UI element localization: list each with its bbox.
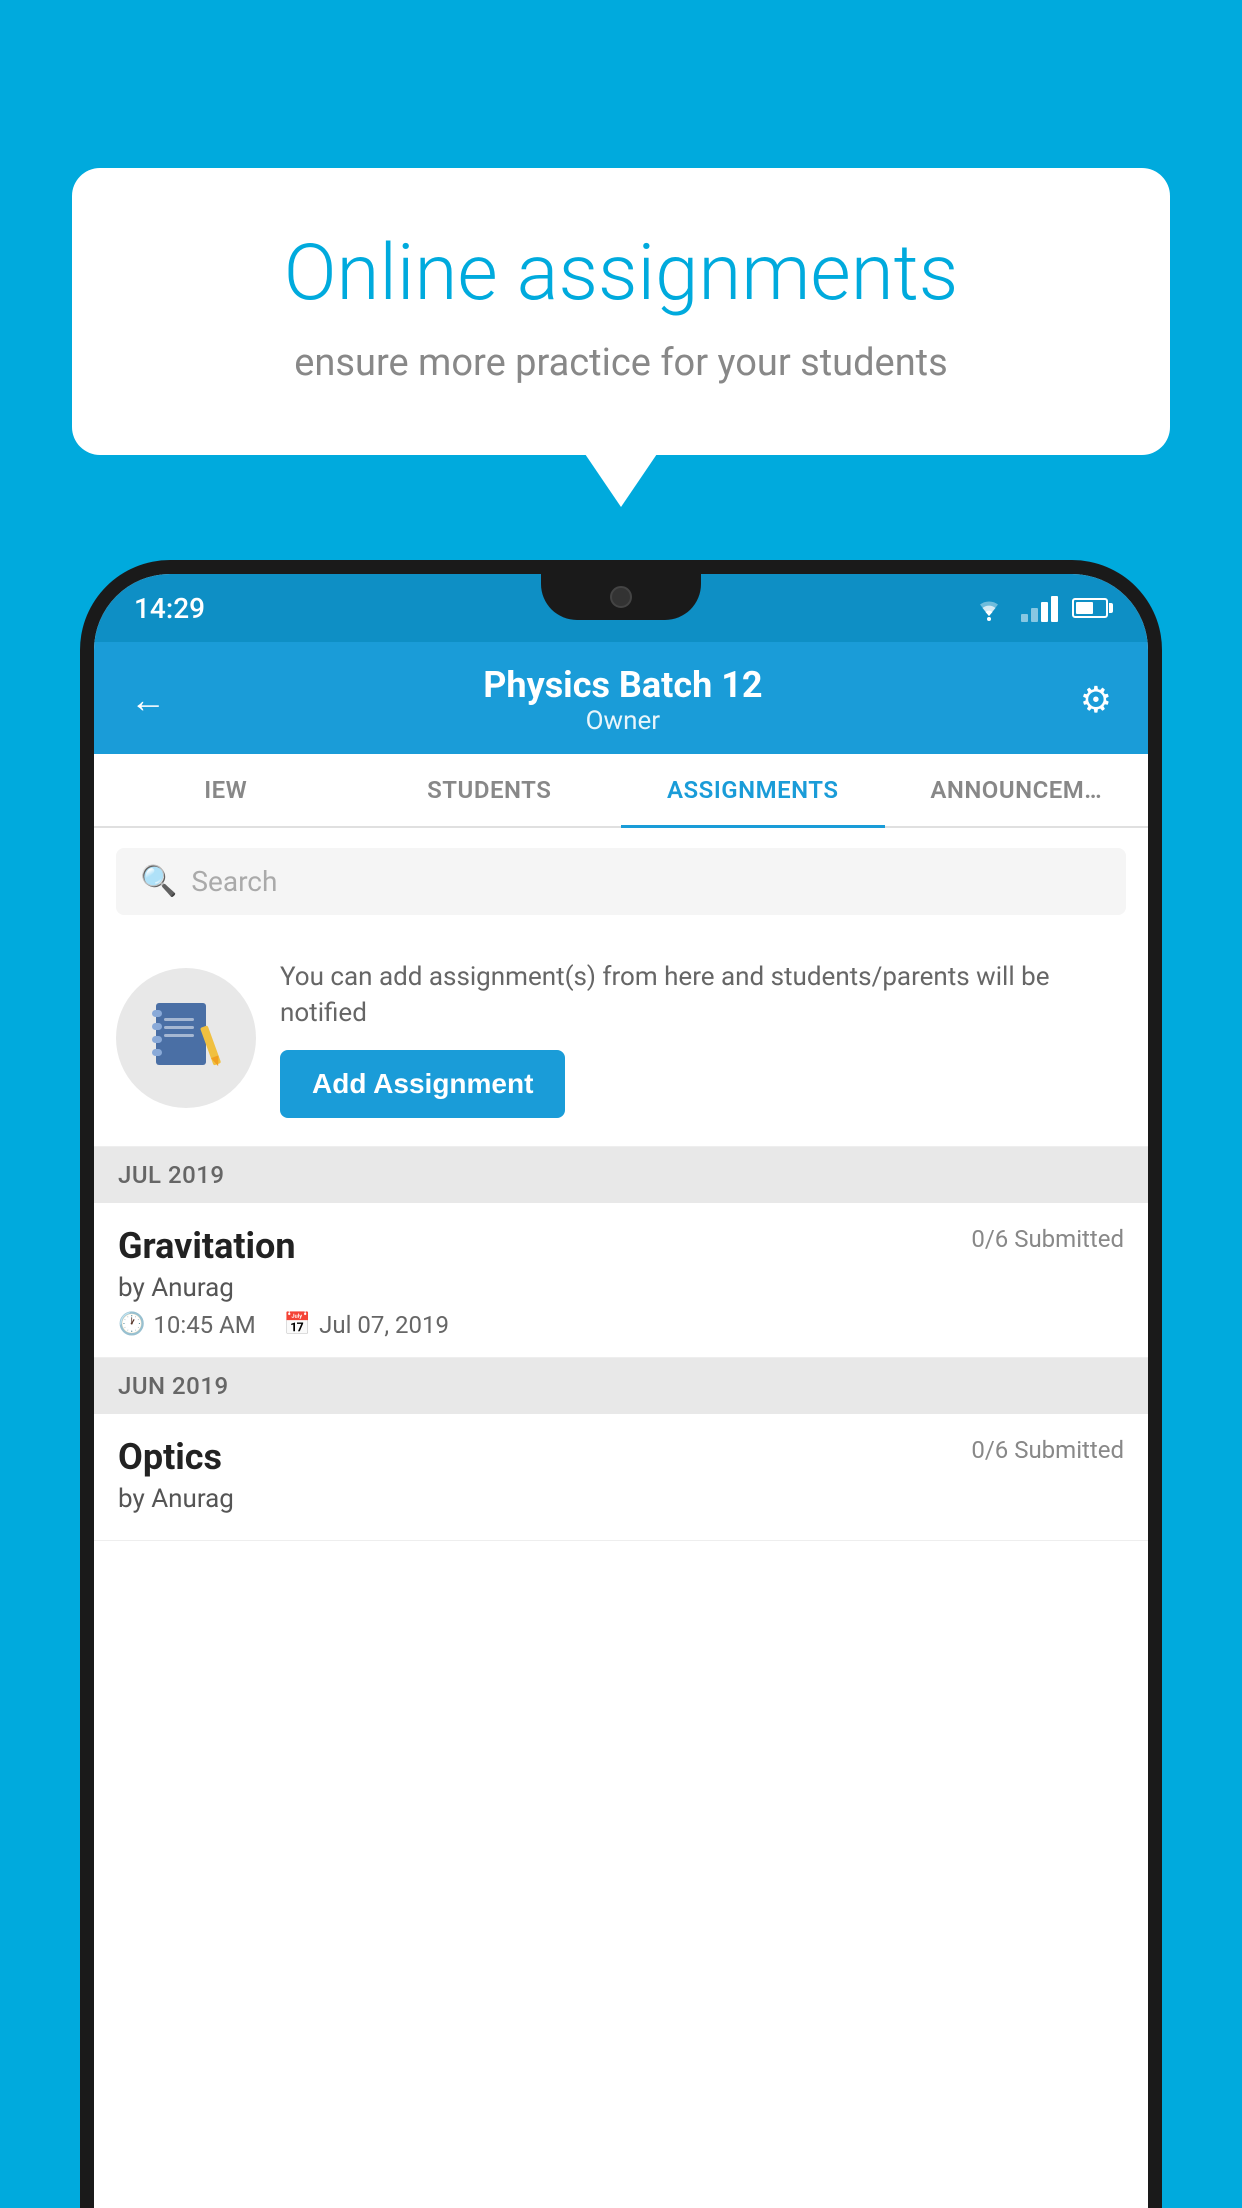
phone-screen: 14:29 ← [94, 574, 1148, 2208]
wifi-icon [971, 594, 1007, 622]
assignment-meta: 🕐 10:45 AM 📅 Jul 07, 2019 [118, 1311, 1124, 1339]
page-subtitle: Owner [483, 706, 762, 736]
speech-bubble-subtitle: ensure more practice for your students [144, 341, 1098, 385]
status-time: 14:29 [134, 592, 205, 625]
assignment-name-optics: Optics [118, 1436, 222, 1478]
add-assignment-right: You can add assignment(s) from here and … [280, 959, 1126, 1118]
assignment-name: Gravitation [118, 1225, 296, 1267]
search-bar[interactable]: 🔍 Search [116, 848, 1126, 915]
assignment-date: 📅 Jul 07, 2019 [284, 1311, 449, 1339]
search-icon: 🔍 [140, 864, 177, 899]
front-camera [610, 586, 632, 608]
battery-icon [1072, 598, 1108, 618]
search-placeholder: Search [191, 865, 277, 898]
calendar-icon: 📅 [284, 1312, 311, 1337]
tab-students[interactable]: STUDENTS [358, 754, 622, 826]
app-header: ← Physics Batch 12 Owner ⚙ [94, 642, 1148, 754]
notebook-icon [146, 998, 226, 1078]
phone-frame: 14:29 ← [80, 560, 1162, 2208]
page-title: Physics Batch 12 [483, 664, 762, 706]
assignment-author-optics: by Anurag [118, 1484, 1124, 1514]
tab-announcements[interactable]: ANNOUNCEM… [885, 754, 1149, 826]
speech-bubble-title: Online assignments [144, 228, 1098, 319]
assignment-time: 🕐 10:45 AM [118, 1311, 256, 1339]
assignment-item-gravitation[interactable]: Gravitation 0/6 Submitted by Anurag 🕐 10… [94, 1203, 1148, 1358]
assignment-author: by Anurag [118, 1273, 1124, 1303]
add-assignment-button[interactable]: Add Assignment [280, 1050, 565, 1118]
tabs-bar: IEW STUDENTS ASSIGNMENTS ANNOUNCEM… [94, 754, 1148, 828]
back-button[interactable]: ← [130, 679, 166, 721]
assignment-submitted: 0/6 Submitted [971, 1225, 1124, 1253]
content-area: 🔍 Search [94, 828, 1148, 1541]
add-assignment-prompt: You can add assignment(s) from here and … [94, 931, 1148, 1147]
add-assignment-description: You can add assignment(s) from here and … [280, 959, 1126, 1032]
assignment-item-optics[interactable]: Optics 0/6 Submitted by Anurag [94, 1414, 1148, 1541]
section-header-jul: JUL 2019 [94, 1147, 1148, 1203]
tab-assignments[interactable]: ASSIGNMENTS [621, 754, 885, 826]
phone-notch [541, 574, 701, 620]
header-title-area: Physics Batch 12 Owner [483, 664, 762, 736]
assignment-icon-circle [116, 968, 256, 1108]
clock-icon: 🕐 [118, 1312, 145, 1337]
section-header-jun: JUN 2019 [94, 1358, 1148, 1414]
status-icons [971, 594, 1108, 622]
signal-icon [1021, 594, 1058, 622]
assignment-submitted-optics: 0/6 Submitted [971, 1436, 1124, 1464]
settings-icon[interactable]: ⚙ [1080, 679, 1112, 721]
speech-bubble-card: Online assignments ensure more practice … [72, 168, 1170, 455]
tab-iew[interactable]: IEW [94, 754, 358, 826]
